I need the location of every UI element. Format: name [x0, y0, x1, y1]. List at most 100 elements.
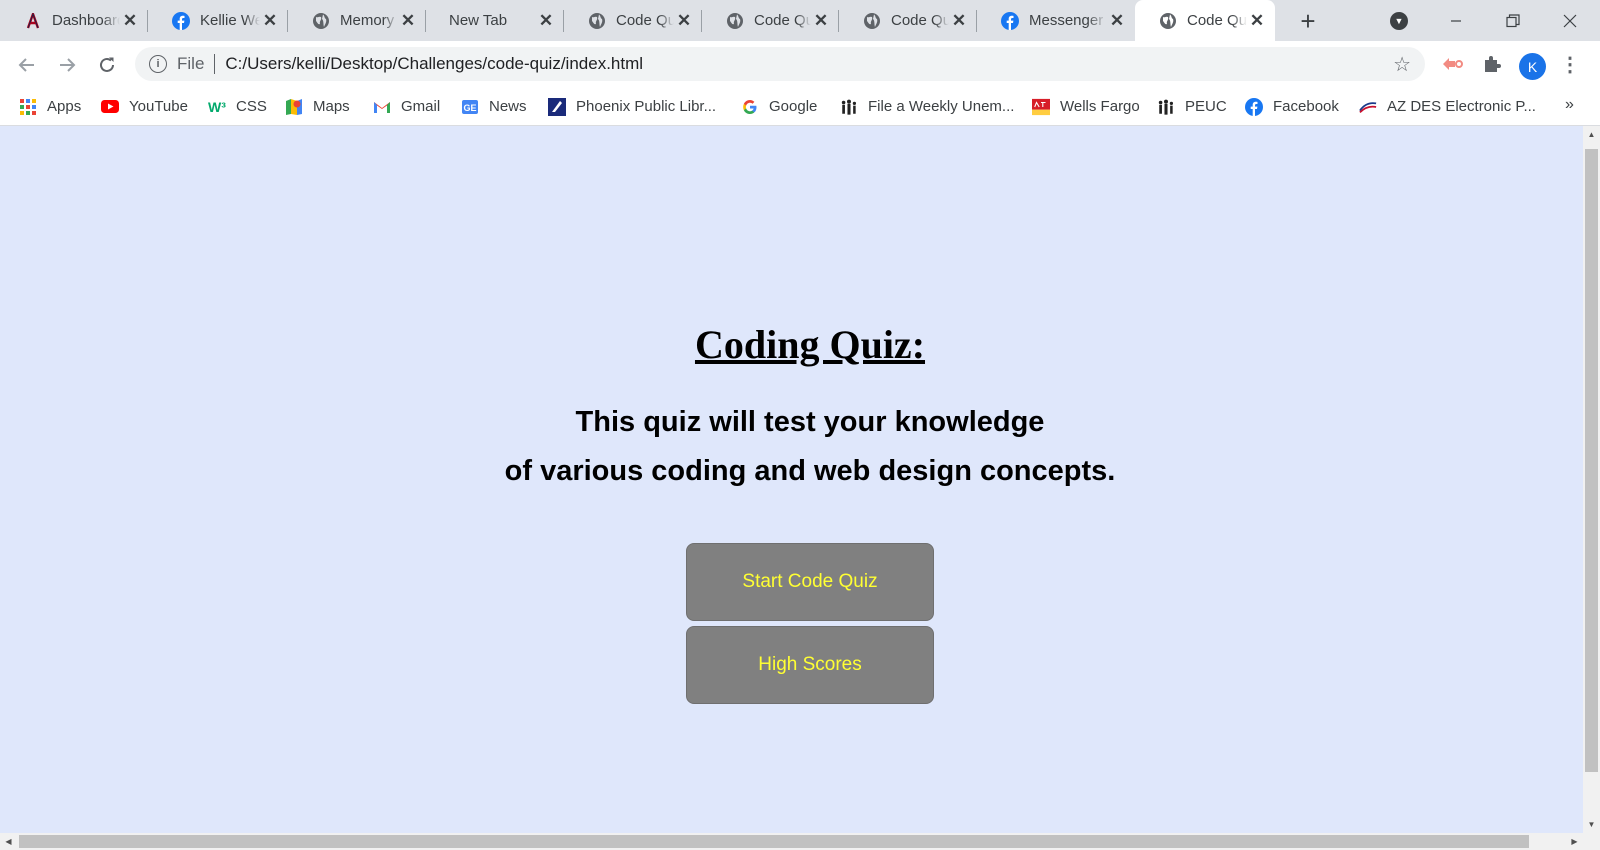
bookmark-label: CSS	[236, 98, 267, 115]
bookmark-label: Google	[769, 98, 818, 115]
tab-code-quiz-active[interactable]: Code Quiz ✕	[1135, 0, 1275, 41]
bookmarks-bar: Apps YouTube W³ CSS Maps Gmail GE News P…	[0, 88, 1600, 126]
close-window-button[interactable]	[1547, 0, 1593, 41]
bookmark-maps[interactable]: Maps	[285, 88, 350, 125]
google-icon	[741, 98, 759, 116]
globe-icon	[863, 12, 881, 30]
minimize-button[interactable]	[1433, 0, 1479, 41]
bookmark-facebook[interactable]: Facebook	[1245, 88, 1339, 125]
horizontal-scroll-thumb[interactable]	[19, 835, 1529, 848]
tab-title: Dashboard	[52, 12, 120, 29]
bookmark-peuc[interactable]: PEUC	[1157, 88, 1227, 125]
close-tab-icon[interactable]: ✕	[949, 11, 969, 31]
tab-title: Memory Game	[340, 12, 398, 29]
w3schools-icon: W³	[208, 98, 226, 115]
description-line-1: This quiz will test your knowledge	[575, 406, 1045, 438]
tab-messenger[interactable]: Messenger ✕	[977, 0, 1135, 41]
more-bookmarks-icon[interactable]: »	[1565, 96, 1574, 114]
library-icon	[548, 97, 566, 116]
star-icon[interactable]: ☆	[1393, 52, 1411, 77]
bookmark-label: AZ DES Electronic P...	[1387, 98, 1536, 115]
tab-strip: Dashboard ✕ Kellie Wells ✕ Memory Game ✕…	[0, 0, 1600, 41]
scroll-up-icon[interactable]: ▲	[1583, 126, 1600, 143]
scroll-down-icon[interactable]: ▼	[1583, 816, 1600, 833]
vertical-scroll-thumb[interactable]	[1585, 149, 1598, 772]
back-button[interactable]	[12, 50, 42, 80]
reload-button[interactable]	[92, 50, 122, 80]
menu-dots-icon[interactable]: ⋮	[1560, 51, 1580, 79]
close-tab-icon[interactable]: ✕	[536, 11, 556, 31]
bookmark-news[interactable]: GE News	[461, 88, 527, 125]
new-tab-button[interactable]: +	[1293, 6, 1323, 36]
tab-memory-game[interactable]: Memory Game ✕	[288, 0, 426, 41]
close-tab-icon[interactable]: ✕	[674, 11, 694, 31]
globe-icon	[588, 12, 606, 30]
close-tab-icon[interactable]: ✕	[260, 11, 280, 31]
tab-code-quiz-3[interactable]: Code Quiz ✕	[839, 0, 977, 41]
address-bar[interactable]: i File C:/Users/kelli/Desktop/Challenges…	[135, 47, 1425, 81]
close-tab-icon[interactable]: ✕	[398, 11, 418, 31]
bookmark-label: Wells Fargo	[1060, 98, 1140, 115]
url-text[interactable]: C:/Users/kelli/Desktop/Challenges/code-q…	[225, 54, 643, 74]
bookmark-label: Gmail	[401, 98, 441, 115]
bookmark-unemployment[interactable]: File a Weekly Unem...	[840, 88, 1014, 125]
facebook-icon	[1245, 97, 1263, 116]
scroll-right-icon[interactable]: ▶	[1566, 833, 1583, 850]
close-tab-icon[interactable]: ✕	[1247, 11, 1267, 31]
info-icon[interactable]: i	[149, 55, 167, 73]
address-divider	[214, 54, 216, 74]
page-title: Coding Quiz:	[694, 322, 926, 367]
globe-icon	[1159, 12, 1177, 30]
cast-extension-icon[interactable]	[1440, 52, 1464, 76]
tab-code-quiz-1[interactable]: Code Quiz ✕	[564, 0, 702, 41]
bookmark-wells-fargo[interactable]: Wells Fargo	[1032, 88, 1140, 125]
maps-icon	[285, 98, 303, 116]
globe-icon	[312, 12, 330, 30]
bookmark-label: File a Weekly Unem...	[868, 98, 1015, 115]
horizontal-scrollbar[interactable]: ◀ ▶	[0, 833, 1600, 850]
people-icon	[1157, 98, 1175, 116]
tab-search-button[interactable]: ▼	[1390, 12, 1408, 30]
close-tab-icon[interactable]: ✕	[1107, 11, 1127, 31]
scheme-label: File	[177, 54, 205, 73]
bookmark-label: YouTube	[129, 98, 188, 115]
restore-button[interactable]	[1490, 0, 1536, 41]
tab-code-quiz-2[interactable]: Code Quiz ✕	[702, 0, 839, 41]
close-tab-icon[interactable]: ✕	[811, 11, 831, 31]
tab-kellie-wells[interactable]: Kellie Wells ✕	[148, 0, 288, 41]
high-scores-button[interactable]: High Scores	[686, 626, 934, 704]
bookmark-css[interactable]: W³ CSS	[208, 88, 267, 125]
gmail-icon	[373, 98, 391, 116]
profile-avatar[interactable]: K	[1519, 53, 1546, 80]
tab-title: Code Quiz	[754, 12, 811, 29]
tab-dashboard[interactable]: Dashboard ✕	[0, 0, 148, 41]
description-line-2: of various coding and web design concept…	[504, 455, 1116, 487]
vertical-scrollbar[interactable]: ▲ ▼	[1583, 126, 1600, 833]
tab-title: Code Quiz	[616, 12, 674, 29]
extensions-icon[interactable]	[1480, 52, 1504, 76]
tab-new-tab[interactable]: New Tab ✕	[426, 0, 564, 41]
close-tab-icon[interactable]: ✕	[120, 11, 140, 31]
bookmark-label: PEUC	[1185, 98, 1227, 115]
facebook-icon	[1001, 11, 1019, 30]
bookmark-label: News	[489, 98, 527, 115]
page-description: This quiz will test your knowledge of va…	[0, 398, 1583, 496]
start-quiz-button[interactable]: Start Code Quiz	[686, 543, 934, 621]
bookmark-label: Facebook	[1273, 98, 1339, 115]
arizona-logo-icon	[24, 12, 42, 30]
bookmark-label: Maps	[313, 98, 350, 115]
wells-fargo-icon	[1032, 98, 1050, 116]
tab-title: Messenger	[1029, 12, 1104, 29]
apps-grid-icon	[19, 98, 37, 116]
forward-button[interactable]	[52, 50, 82, 80]
bookmark-apps[interactable]: Apps	[19, 88, 81, 125]
bookmark-google[interactable]: Google	[741, 88, 817, 125]
bookmark-gmail[interactable]: Gmail	[373, 88, 440, 125]
browser-toolbar: i File C:/Users/kelli/Desktop/Challenges…	[0, 41, 1600, 88]
bookmark-az-des[interactable]: AZ DES Electronic P...	[1359, 88, 1536, 125]
svg-text:GE: GE	[463, 103, 476, 113]
bookmark-phoenix-library[interactable]: Phoenix Public Libr...	[548, 88, 716, 125]
bookmark-label: Apps	[47, 98, 82, 115]
bookmark-youtube[interactable]: YouTube	[101, 88, 188, 125]
scroll-left-icon[interactable]: ◀	[0, 833, 17, 850]
